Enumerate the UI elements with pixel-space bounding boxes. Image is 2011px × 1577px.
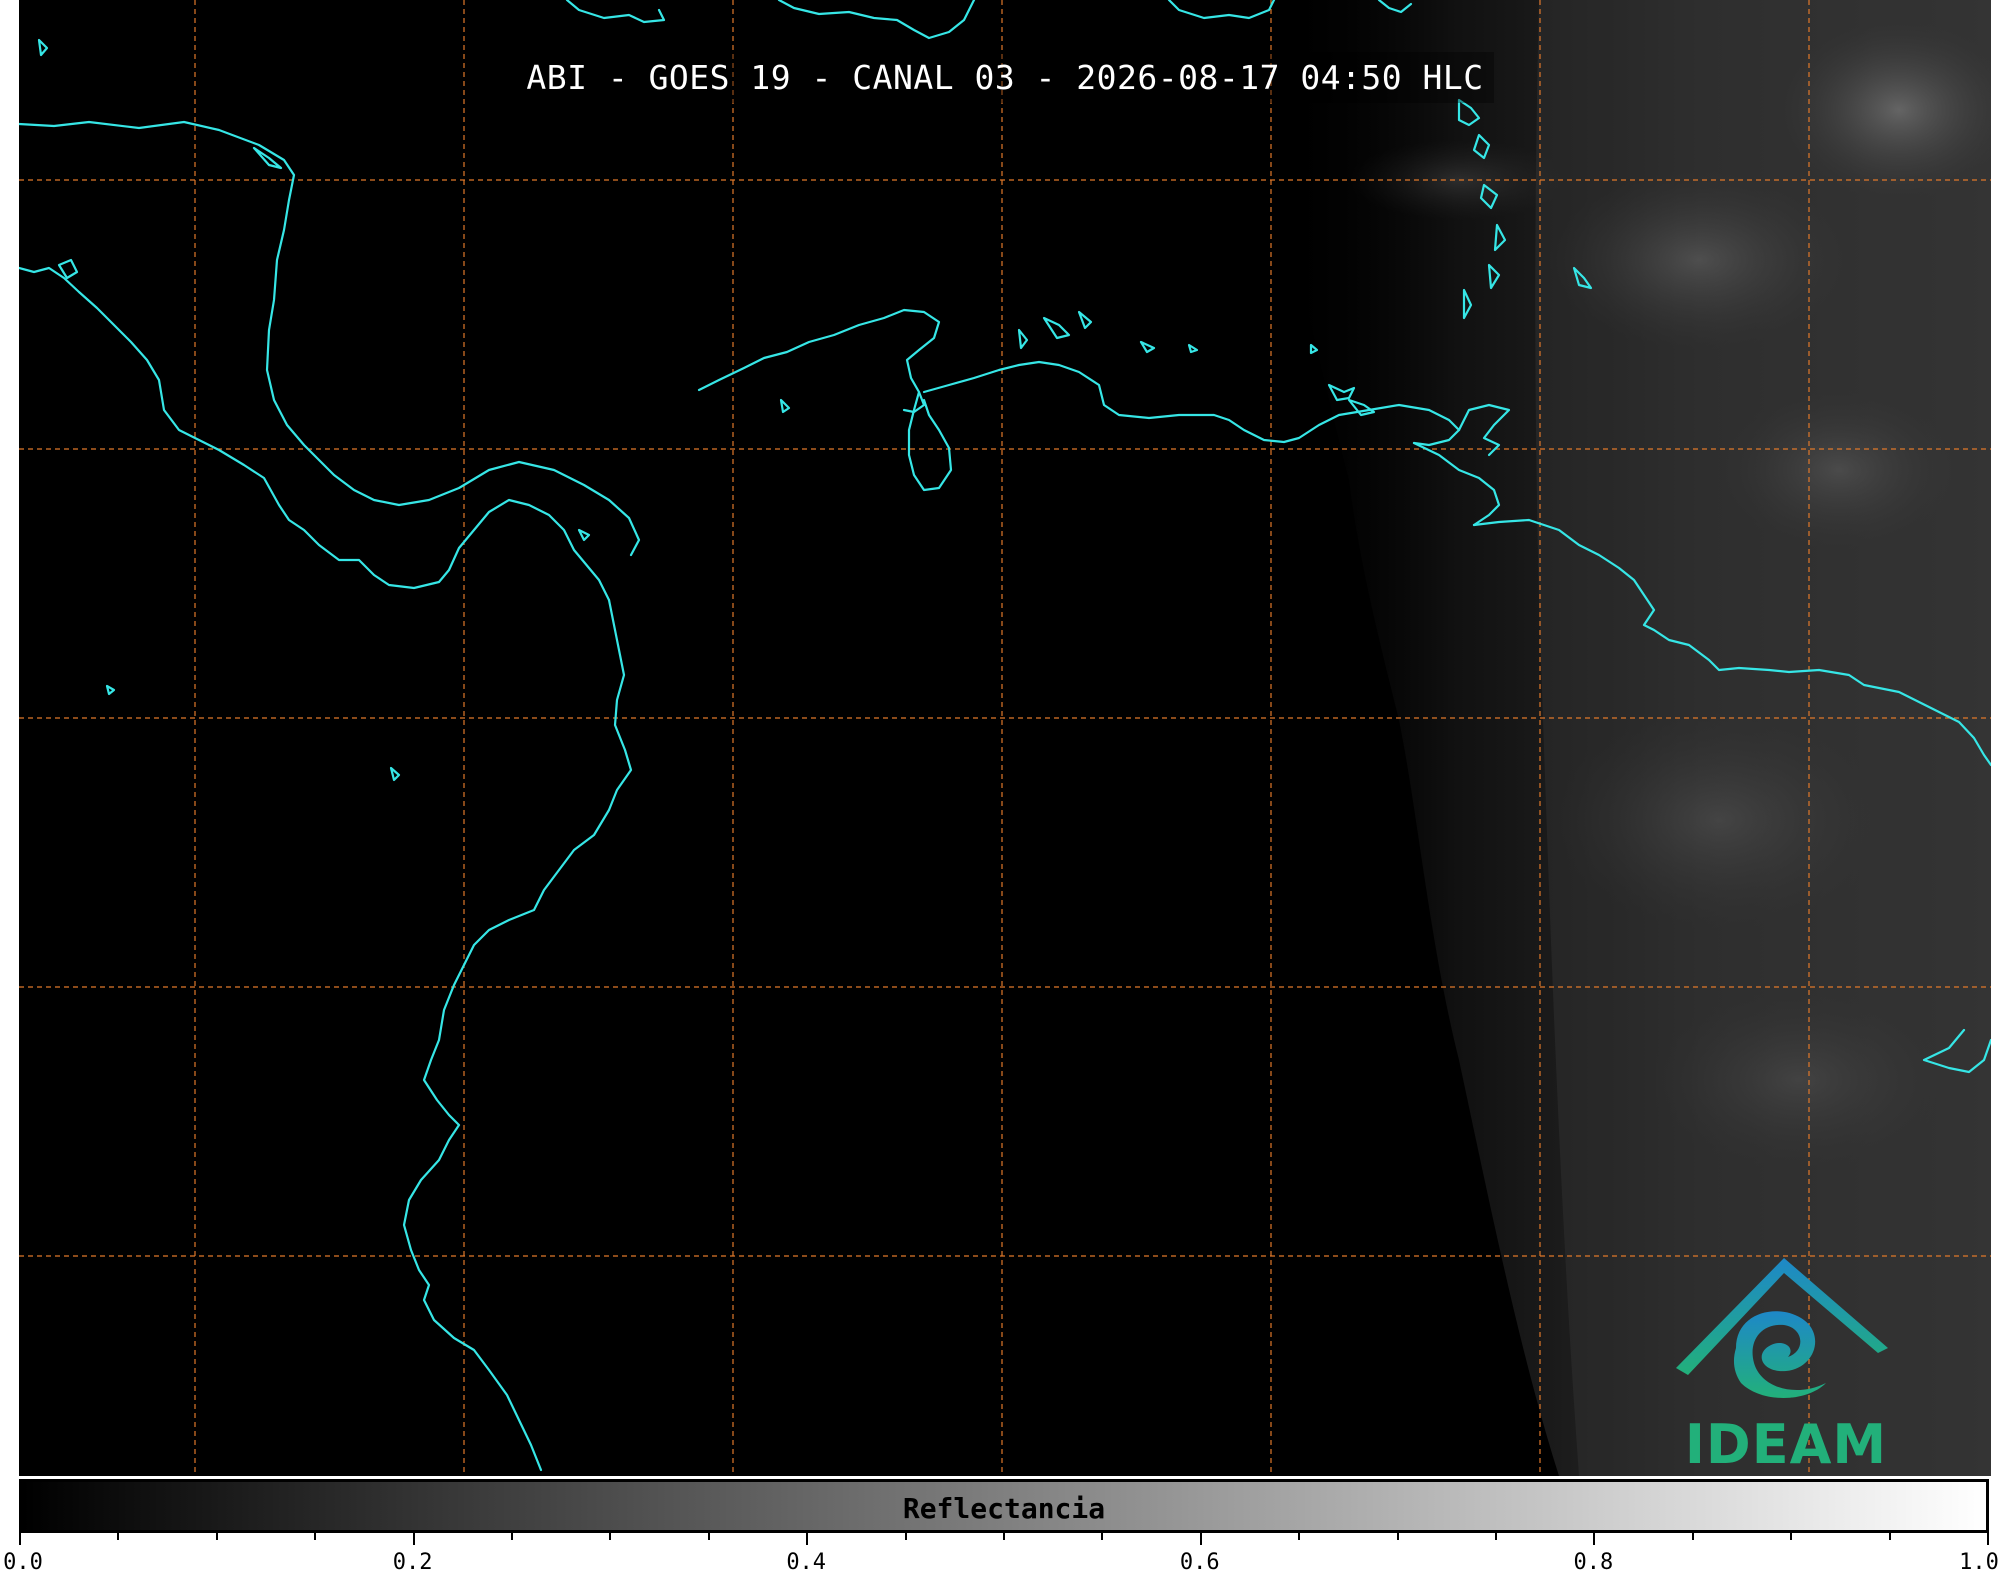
ideam-logo-icon: [1676, 1258, 1888, 1398]
colorbar-label: Reflectancia: [902, 1492, 1106, 1525]
colorbar-tick-label: 0.2: [392, 1550, 433, 1575]
colorbar-minor-tick: [1396, 1533, 1399, 1540]
colorbar-minor-tick: [707, 1533, 710, 1540]
colorbar-minor-tick: [215, 1533, 218, 1540]
colorbar-minor-tick: [1888, 1533, 1891, 1540]
colorbar-major-tick: [1593, 1533, 1596, 1545]
colorbar-minor-tick: [314, 1533, 317, 1540]
colorbar-major-tick: [19, 1533, 21, 1545]
colorbar-major-tick: [1199, 1533, 1202, 1545]
colorbar-major-tick: [806, 1533, 809, 1545]
colorbar-minor-tick: [609, 1533, 612, 1540]
colorbar-major-tick: [412, 1533, 415, 1545]
colorbar-minor-tick: [1298, 1533, 1301, 1540]
colorbar-minor-tick: [511, 1533, 513, 1540]
colorbar-tick-label: 1.0: [1959, 1550, 1999, 1575]
colorbar-minor-tick: [1495, 1533, 1497, 1540]
ideam-logo: IDEAM: [1666, 1253, 1906, 1476]
colorbar-minor-tick: [904, 1533, 907, 1540]
colorbar-axis: 0.0 0.2 0.4 0.6 0.8 1.0: [3, 1533, 1999, 1577]
colorbar-tick-label: 0.4: [786, 1550, 827, 1575]
satellite-map: ABI - GOES 19 - CANAL 03 - 2026-08-17 04…: [19, 0, 1991, 1476]
ideam-logo-text: IDEAM: [1684, 1413, 1888, 1476]
colorbar: Reflectancia: [19, 1479, 1989, 1533]
colorbar-minor-tick: [1691, 1533, 1694, 1540]
colorbar-minor-tick: [1790, 1533, 1793, 1540]
colorbar-minor-tick: [117, 1533, 120, 1540]
colorbar-tick-label: 0.0: [3, 1550, 43, 1575]
colorbar-tick-label: 0.6: [1179, 1550, 1220, 1575]
colorbar-major-tick: [1987, 1533, 1989, 1545]
colorbar-minor-tick: [1101, 1533, 1104, 1540]
colorbar-tick-label: 0.8: [1573, 1550, 1614, 1575]
colorbar-minor-tick: [1003, 1533, 1005, 1540]
